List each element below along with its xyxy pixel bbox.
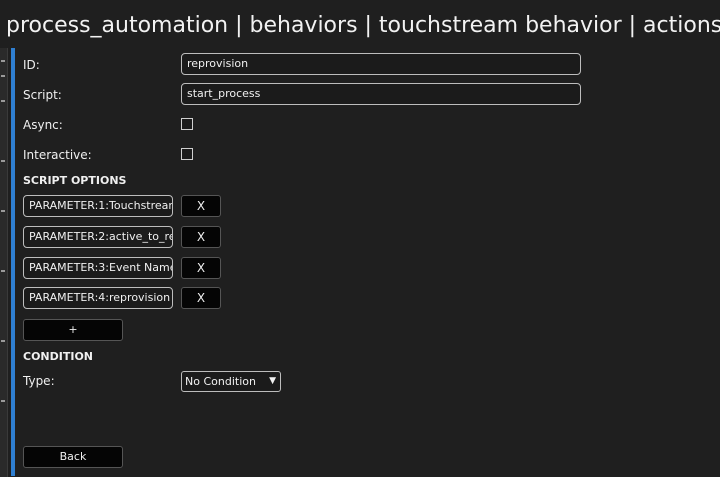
id-field[interactable]: reprovision: [181, 53, 581, 75]
id-label: ID:: [23, 58, 40, 72]
script-label: Script:: [23, 88, 62, 102]
condition-heading: CONDITION: [23, 350, 94, 363]
condition-type-select[interactable]: No Condition ▼: [181, 371, 281, 392]
parameter-field-4[interactable]: PARAMETER:4:reprovision: [23, 287, 173, 309]
strip-mark: [1, 400, 5, 402]
interactive-label: Interactive:: [23, 148, 92, 162]
script-field[interactable]: start_process: [181, 83, 581, 105]
condition-type-value: No Condition: [185, 375, 256, 388]
script-options-heading: SCRIPT OPTIONS: [23, 174, 127, 187]
parameter-field-3[interactable]: PARAMETER:3:Event Name: [23, 257, 173, 279]
strip-mark: [1, 60, 5, 62]
strip-mark: [1, 160, 5, 162]
add-parameter-button[interactable]: +: [23, 319, 123, 341]
left-scroll-strip: [0, 40, 8, 477]
parameter-field-1[interactable]: PARAMETER:1:Touchstream: [23, 195, 173, 217]
strip-mark: [1, 75, 5, 77]
remove-parameter-4-button[interactable]: X: [181, 287, 221, 309]
strip-mark: [1, 210, 5, 212]
back-button[interactable]: Back: [23, 446, 123, 468]
remove-parameter-3-button[interactable]: X: [181, 257, 221, 279]
remove-parameter-2-button[interactable]: X: [181, 226, 221, 248]
strip-mark: [1, 340, 5, 342]
condition-type-label: Type:: [23, 374, 55, 388]
strip-mark: [1, 270, 5, 272]
strip-mark: [1, 100, 5, 102]
async-checkbox[interactable]: [181, 118, 193, 130]
async-label: Async:: [23, 118, 63, 132]
remove-parameter-1-button[interactable]: X: [181, 195, 221, 217]
page-title: process_automation | behaviors | touchst…: [0, 0, 720, 48]
action-form-panel: ID: reprovision Script: start_process As…: [11, 48, 720, 476]
interactive-checkbox[interactable]: [181, 148, 193, 160]
parameter-field-2[interactable]: PARAMETER:2:active_to_rep: [23, 226, 173, 248]
chevron-down-icon: ▼: [269, 376, 276, 386]
